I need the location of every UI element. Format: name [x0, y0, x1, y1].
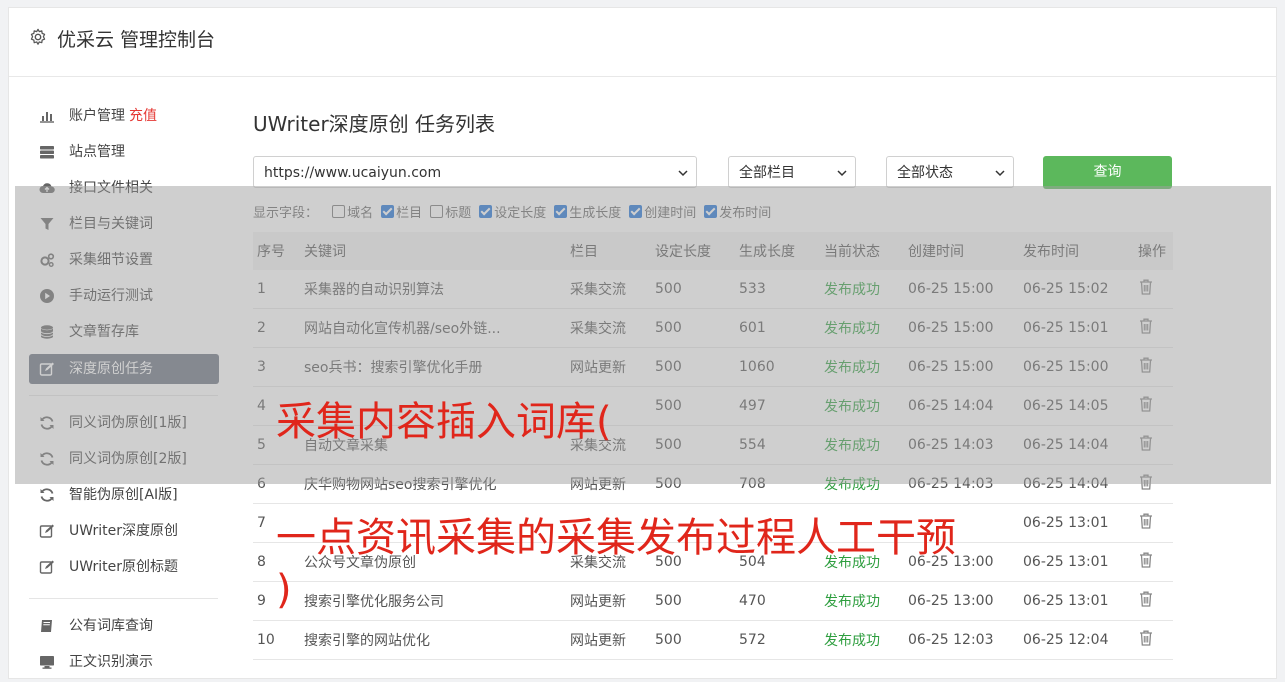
- sidebar-item[interactable]: 账户管理 充值: [29, 100, 219, 136]
- recharge-link[interactable]: 充值: [129, 108, 157, 124]
- status-select[interactable]: 全部状态: [886, 156, 1014, 188]
- gen-length-cell: 572: [735, 620, 820, 660]
- sidebar-item[interactable]: 公有词库查询: [29, 610, 219, 646]
- sidebar-item-label: 站点管理: [69, 144, 125, 160]
- chevron-down-icon: [678, 170, 688, 177]
- gear-icon: [30, 28, 46, 45]
- column-select-value: 全部栏目: [739, 165, 795, 181]
- status-select-value: 全部状态: [897, 165, 953, 181]
- actions-cell: [1134, 620, 1173, 660]
- chevron-down-icon: [837, 170, 847, 177]
- keyword-cell: 搜索引擎的网站优化: [300, 620, 566, 660]
- monitor-icon: [40, 656, 54, 669]
- overlay-text-line3: ): [276, 567, 292, 613]
- sidebar-item[interactable]: UWriter深度原创: [29, 515, 219, 551]
- status-cell: 发布成功: [820, 581, 904, 621]
- created-time-cell: 06-25 13:00: [904, 581, 1019, 621]
- trash-icon[interactable]: [1138, 512, 1154, 530]
- query-button[interactable]: 查询: [1043, 156, 1172, 189]
- actions-cell: [1134, 581, 1173, 621]
- column-cell: 网站更新: [566, 620, 651, 660]
- column-cell: 网站更新: [566, 581, 651, 621]
- sidebar-item-label: 智能伪原创[AI版]: [69, 487, 178, 503]
- console-title: 优采云 管理控制台: [57, 29, 216, 51]
- sidebar-item[interactable]: 智能伪原创[AI版]: [29, 479, 219, 515]
- table-row: 9 搜索引擎优化服务公司 网站更新 500 470 发布成功 06-25 13:00 06-2…: [253, 581, 1173, 621]
- page-title: UWriter深度原创 任务列表: [253, 112, 496, 136]
- row-index: 10: [253, 620, 300, 660]
- dim-overlay: [15, 186, 1271, 484]
- sidebar-item-label: 正文识别演示: [69, 654, 153, 670]
- gen-length-cell: 470: [735, 581, 820, 621]
- published-time-cell: 06-25 13:01: [1019, 542, 1134, 582]
- created-time-cell: 06-25 12:03: [904, 620, 1019, 660]
- refresh-icon: [40, 488, 54, 502]
- sidebar-item[interactable]: UWriter原创标题: [29, 551, 219, 587]
- table-row: 10 搜索引擎的网站优化 网站更新 500 572 发布成功 06-25 12:03 06-2…: [253, 620, 1173, 660]
- overlay-text-line2: 一点资讯采集的采集发布过程人工干预: [276, 515, 956, 561]
- trash-icon[interactable]: [1138, 551, 1154, 569]
- keyword-cell: 搜索引擎优化服务公司: [300, 581, 566, 621]
- trash-icon[interactable]: [1138, 629, 1154, 647]
- sidebar-item[interactable]: 站点管理: [29, 136, 219, 172]
- book-icon: [41, 620, 52, 632]
- server-icon: [40, 146, 54, 159]
- set-length-cell: 500: [651, 620, 735, 660]
- published-time-cell: 06-25 13:01: [1019, 503, 1134, 543]
- sidebar-divider: [29, 598, 218, 599]
- sidebar-item-label: 公有词库查询: [69, 618, 153, 634]
- site-select[interactable]: https://www.ucaiyun.com: [253, 156, 697, 188]
- published-time-cell: 06-25 13:01: [1019, 581, 1134, 621]
- site-select-value: https://www.ucaiyun.com: [264, 165, 442, 181]
- sidebar-item-label: UWriter原创标题: [69, 559, 178, 575]
- column-select[interactable]: 全部栏目: [728, 156, 856, 188]
- overlay-text-line1: 采集内容插入词库(: [276, 399, 612, 445]
- edit-icon: [39, 560, 54, 574]
- bar-chart-icon: [40, 112, 54, 123]
- trash-icon[interactable]: [1138, 590, 1154, 608]
- actions-cell: [1134, 542, 1173, 582]
- page-header: 优采云 管理控制台: [9, 8, 1276, 77]
- edit-icon: [39, 524, 54, 538]
- sidebar-item-label: UWriter深度原创: [69, 523, 178, 539]
- set-length-cell: 500: [651, 581, 735, 621]
- published-time-cell: 06-25 12:04: [1019, 620, 1134, 660]
- sidebar-item-label: 账户管理: [69, 108, 125, 124]
- chevron-down-icon: [995, 170, 1005, 177]
- sidebar-item[interactable]: 正文识别演示: [29, 646, 219, 682]
- status-cell: 发布成功: [820, 620, 904, 660]
- actions-cell: [1134, 503, 1173, 543]
